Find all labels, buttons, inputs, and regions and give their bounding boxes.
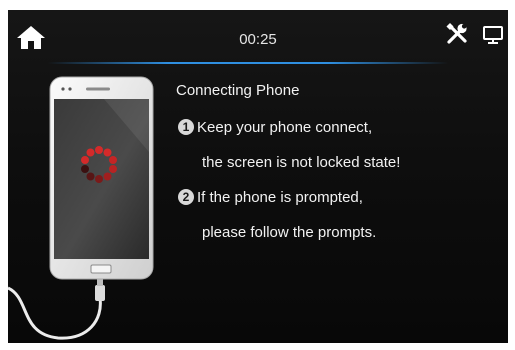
step-2-number-badge: 2 [178, 189, 194, 205]
clock: 00:25 [239, 31, 277, 48]
tools-icon [446, 22, 467, 44]
step-1-number-badge: 1 [178, 119, 194, 135]
step-1-line-1: 1 Keep your phone connect, [178, 119, 372, 136]
step-1-text: Keep your phone connect, [197, 119, 373, 136]
step-2-text: If the phone is prompted, [197, 189, 363, 206]
top-bar: 00:25 [8, 10, 508, 62]
settings-button[interactable] [445, 22, 469, 46]
title-divider [48, 62, 448, 64]
home-icon [17, 26, 45, 49]
step-2-line-1: 2 If the phone is prompted, [178, 189, 363, 206]
page-title: Connecting Phone [176, 82, 300, 99]
home-button[interactable] [16, 24, 46, 50]
display-icon [483, 26, 503, 44]
step-1-line-2: the screen is not locked state! [202, 154, 401, 171]
display-button[interactable] [482, 24, 504, 46]
usb-cable [8, 278, 105, 340]
step-2-line-2: please follow the prompts. [202, 224, 377, 241]
phone-illustration [8, 72, 168, 343]
phone-home-key [90, 264, 112, 274]
phone-connect-screen: 00:25 Connecting Phone 1 Keep your phone… [8, 10, 508, 343]
